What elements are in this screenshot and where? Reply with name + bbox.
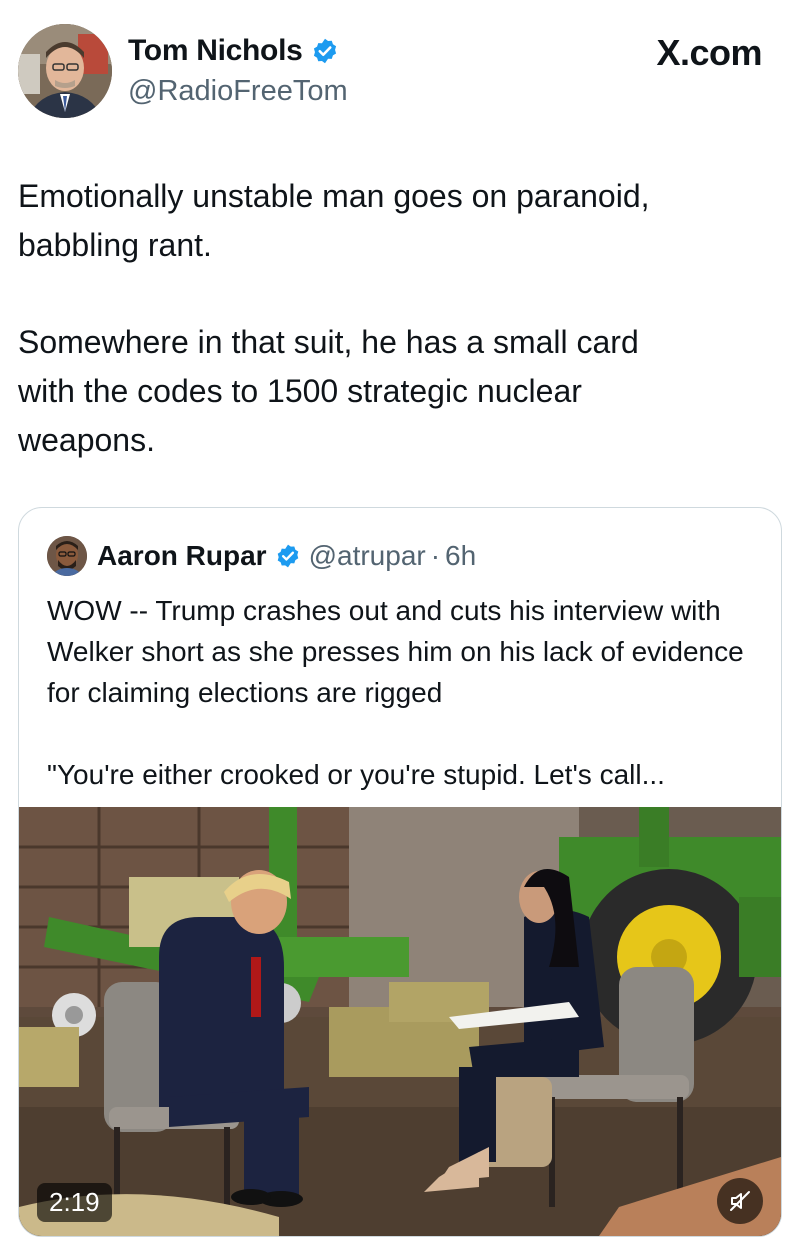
tweet-text: Emotionally unstable man goes on paranoi… — [18, 172, 778, 513]
author-name[interactable]: Tom Nichols — [128, 34, 303, 68]
video-duration: 2:19 — [37, 1183, 112, 1222]
verified-badge-icon — [313, 38, 336, 64]
quoted-paragraph-2: "You're either crooked or you're stupid.… — [47, 759, 665, 790]
author-avatar[interactable] — [18, 24, 112, 118]
verified-badge-icon — [277, 544, 298, 568]
x-com-logo: X.com — [656, 32, 762, 73]
quoted-author-handle[interactable]: @atrupar — [309, 540, 426, 572]
video-thumbnail — [19, 807, 781, 1236]
quoted-tweet-header: Aaron Rupar @atrupar · 6h — [47, 536, 476, 576]
quoted-author-name[interactable]: Aaron Rupar — [97, 540, 267, 572]
tweet-paragraph-1: Emotionally unstable man goes on paranoi… — [18, 178, 650, 263]
author-handle[interactable]: @RadioFreeTom — [128, 75, 348, 108]
tweet-paragraph-2: Somewhere in that suit, he has a small c… — [18, 324, 639, 458]
separator-dot: · — [430, 540, 441, 571]
quoted-author-avatar[interactable] — [47, 536, 87, 576]
quoted-tweet-text: WOW -- Trump crashes out and cuts his in… — [47, 590, 767, 836]
quoted-paragraph-1: WOW -- Trump crashes out and cuts his in… — [47, 595, 744, 708]
mute-button[interactable] — [717, 1178, 763, 1224]
quoted-tweet-card[interactable]: Aaron Rupar @atrupar · 6h WOW -- Trump c… — [18, 507, 782, 1237]
quoted-timestamp[interactable]: 6h — [445, 540, 476, 572]
speaker-muted-icon — [730, 1191, 750, 1211]
video-player[interactable]: 2:19 — [19, 807, 781, 1236]
